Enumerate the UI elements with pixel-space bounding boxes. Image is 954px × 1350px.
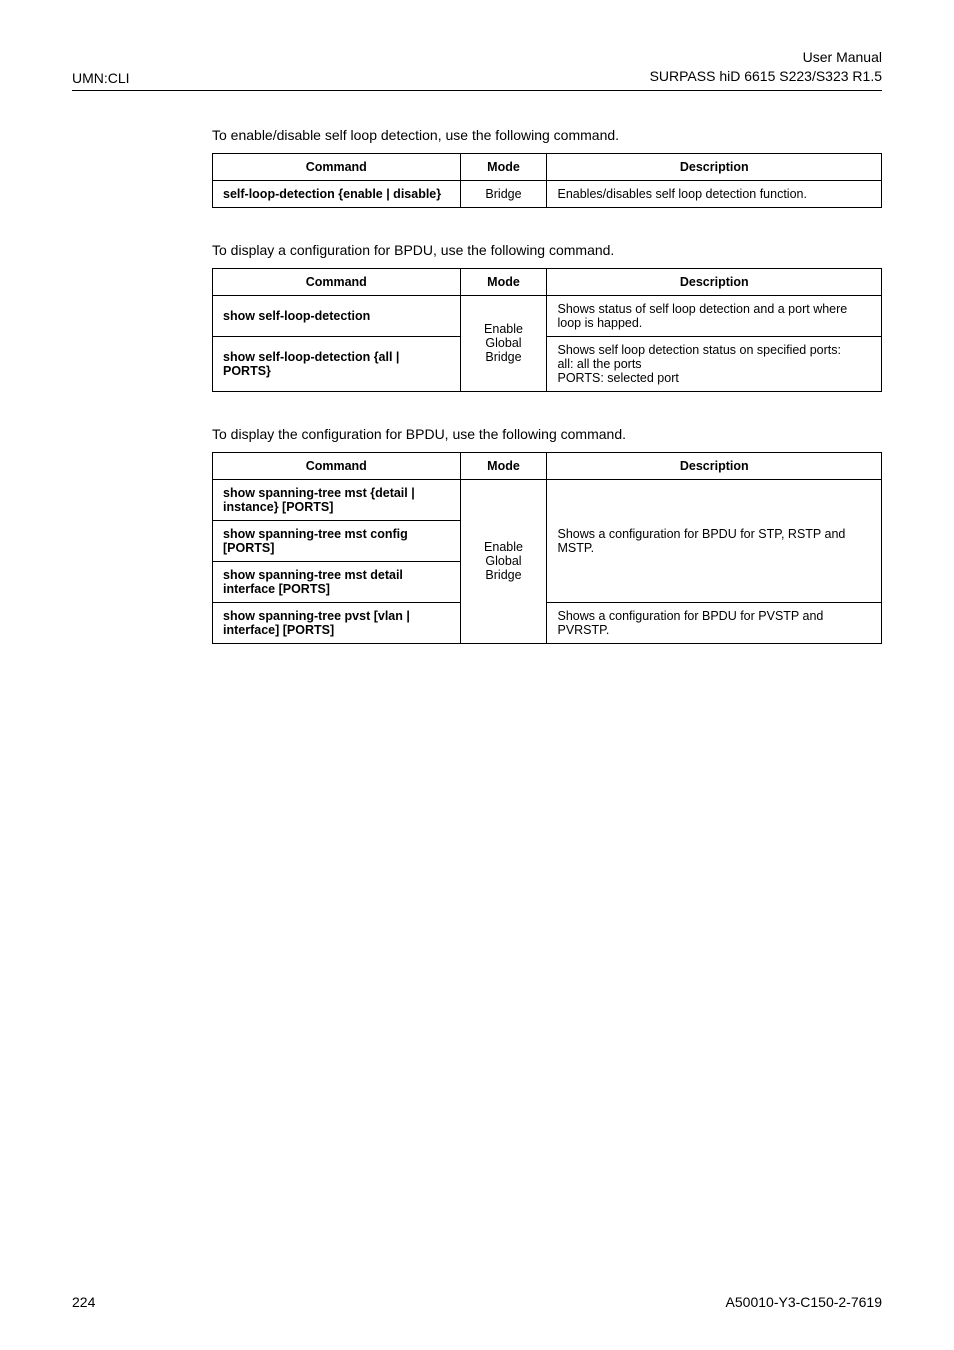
table-header-description: Description (547, 452, 882, 479)
command-text: show self-loop-detection (223, 309, 370, 323)
table-header-command: Command (213, 268, 461, 295)
footer-page-number: 224 (72, 1294, 95, 1310)
page-header: UMN:CLI User Manual SURPASS hiD 6615 S22… (72, 48, 882, 91)
footer-document-id: A50010-Y3-C150-2-7619 (726, 1294, 882, 1310)
table-header-command: Command (213, 153, 461, 180)
paragraph-2: To display a configuration for BPDU, use… (212, 242, 882, 258)
table-header-description: Description (547, 153, 882, 180)
cell-description: Shows a configuration for BPDU for STP, … (547, 479, 882, 602)
command-text: show spanning-tree mst detail interface … (223, 568, 403, 596)
command-text: show self-loop-detection {all | PORTS} (223, 350, 399, 378)
table-header-mode: Mode (460, 452, 547, 479)
cell-command: show spanning-tree pvst [vlan | interfac… (213, 602, 461, 643)
table-row: show spanning-tree pvst [vlan | interfac… (213, 602, 882, 643)
table-row: Command Mode Description (213, 153, 882, 180)
table-header-description: Description (547, 268, 882, 295)
table-1: Command Mode Description self-loop-detec… (212, 153, 882, 208)
table-row: show spanning-tree mst {detail | instanc… (213, 479, 882, 520)
cell-command: show spanning-tree mst detail interface … (213, 561, 461, 602)
table-header-mode: Mode (460, 268, 547, 295)
table-row: Command Mode Description (213, 268, 882, 295)
header-right: User Manual SURPASS hiD 6615 S223/S323 R… (650, 48, 882, 86)
cell-command: show spanning-tree mst {detail | instanc… (213, 479, 461, 520)
table-header-command: Command (213, 452, 461, 479)
paragraph-1: To enable/disable self loop detection, u… (212, 127, 882, 143)
cell-description: Shows status of self loop detection and … (547, 295, 882, 336)
paragraph-3: To display the configuration for BPDU, u… (212, 426, 882, 442)
header-right-line1: User Manual (650, 48, 882, 67)
cell-mode: Enable Global Bridge (460, 295, 547, 391)
cell-command: show spanning-tree mst config [PORTS] (213, 520, 461, 561)
cell-command: show self-loop-detection {all | PORTS} (213, 336, 461, 391)
table-row: Command Mode Description (213, 452, 882, 479)
command-text: show spanning-tree mst {detail | instanc… (223, 486, 415, 514)
header-left: UMN:CLI (72, 70, 130, 86)
table-3: Command Mode Description show spanning-t… (212, 452, 882, 644)
command-text: show spanning-tree mst config [PORTS] (223, 527, 408, 555)
table-row: show self-loop-detection Enable Global B… (213, 295, 882, 336)
cell-description: Shows self loop detection status on spec… (547, 336, 882, 391)
desc-line: PORTS: selected port (557, 371, 871, 385)
desc-line: Shows self loop detection status on spec… (557, 343, 871, 357)
page-footer: 224 A50010-Y3-C150-2-7619 (72, 1294, 882, 1310)
command-text: self-loop-detection {enable | disable} (223, 187, 441, 201)
content-area: To enable/disable self loop detection, u… (72, 127, 882, 644)
command-text: show spanning-tree pvst [vlan | interfac… (223, 609, 410, 637)
cell-command: show self-loop-detection (213, 295, 461, 336)
header-right-line2: SURPASS hiD 6615 S223/S323 R1.5 (650, 67, 882, 86)
table-row: show self-loop-detection {all | PORTS} S… (213, 336, 882, 391)
table-header-mode: Mode (460, 153, 547, 180)
cell-mode: Bridge (460, 180, 547, 207)
desc-line: all: all the ports (557, 357, 871, 371)
cell-description: Shows a configuration for BPDU for PVSTP… (547, 602, 882, 643)
table-row: self-loop-detection {enable | disable} B… (213, 180, 882, 207)
cell-command: self-loop-detection {enable | disable} (213, 180, 461, 207)
cell-mode: Enable Global Bridge (460, 479, 547, 643)
table-2: Command Mode Description show self-loop-… (212, 268, 882, 392)
cell-description: Enables/disables self loop detection fun… (547, 180, 882, 207)
